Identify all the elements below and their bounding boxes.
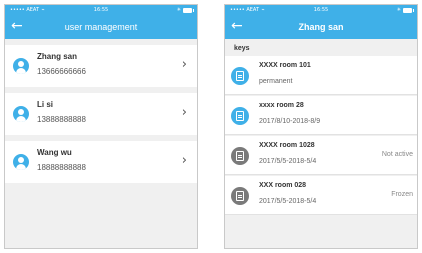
key-lock-icon — [231, 107, 249, 125]
user-avatar-icon — [13, 106, 29, 122]
bluetooth-icon: ✳ — [396, 7, 401, 13]
back-arrow-icon[interactable]: ← — [231, 18, 243, 34]
key-validity: 2017/5/5-2018-5/4 — [259, 198, 317, 205]
status-bar: ••••• AEAT ⌁ 16:55 ✳ — [5, 5, 197, 15]
nav-bar: ← user management — [5, 15, 197, 39]
key-list-item[interactable]: xxxx room 28 2017/8/10-2018-8/9 — [225, 96, 417, 135]
battery-icon — [183, 7, 194, 13]
key-name: XXXX room 101 — [259, 62, 311, 69]
page-title: Zhang san — [298, 22, 344, 32]
key-lock-icon — [231, 187, 249, 205]
battery-icon — [403, 7, 414, 13]
battery-area: ✳ — [396, 7, 414, 13]
user-list-item[interactable]: Li si 13888888888 › — [5, 93, 197, 135]
page-title: user management — [64, 22, 138, 32]
user-name: Zhang san — [37, 52, 78, 61]
key-validity: permanent — [259, 78, 293, 85]
user-keys-screen: ••••• AEAT ⌁ 16:55 ✳ ← Zhang san keys XX… — [224, 4, 418, 249]
chevron-right-icon: › — [181, 57, 187, 72]
battery-area: ✳ — [176, 7, 194, 13]
key-list-item[interactable]: XXXX room 1028 2017/5/5-2018-5/4 Not act… — [225, 136, 417, 175]
key-list-item[interactable]: XXX room 028 2017/5/5-2018-5/4 Frozen — [225, 176, 417, 215]
user-list-item[interactable]: Zhang san 13666666666 › — [5, 45, 197, 87]
user-name: Li si — [37, 100, 54, 109]
key-name: xxxx room 28 — [259, 102, 304, 109]
clock: 16:55 — [313, 7, 329, 13]
key-status: Not active — [381, 151, 413, 158]
bluetooth-icon: ✳ — [176, 7, 181, 13]
nav-bar: ← Zhang san — [225, 15, 417, 39]
user-avatar-icon — [13, 58, 29, 74]
key-name: XXX room 028 — [259, 182, 307, 189]
key-lock-icon — [231, 147, 249, 165]
key-validity: 2017/5/5-2018-5/4 — [259, 158, 317, 165]
user-list-item[interactable]: Wang wu 18888888888 › — [5, 141, 197, 183]
key-lock-icon — [231, 67, 249, 85]
status-bar: ••••• AEAT ⌁ 16:55 ✳ — [225, 5, 417, 15]
clock: 16:55 — [93, 7, 109, 13]
chevron-right-icon: › — [181, 105, 187, 120]
user-avatar-icon — [13, 154, 29, 170]
user-management-screen: ••••• AEAT ⌁ 16:55 ✳ ← user management Z… — [4, 4, 198, 249]
key-list-item[interactable]: XXXX room 101 permanent — [225, 56, 417, 95]
user-name: Wang wu — [37, 148, 72, 157]
key-status: Frozen — [391, 191, 413, 198]
key-name: XXXX room 1028 — [259, 142, 315, 149]
keys-section-label: keys — [225, 39, 417, 56]
key-validity: 2017/8/10-2018-8/9 — [259, 118, 321, 125]
back-arrow-icon[interactable]: ← — [11, 18, 23, 34]
user-phone: 13666666666 — [37, 67, 86, 76]
chevron-right-icon: › — [181, 153, 187, 168]
user-phone: 18888888888 — [37, 163, 86, 172]
user-phone: 13888888888 — [37, 115, 86, 124]
